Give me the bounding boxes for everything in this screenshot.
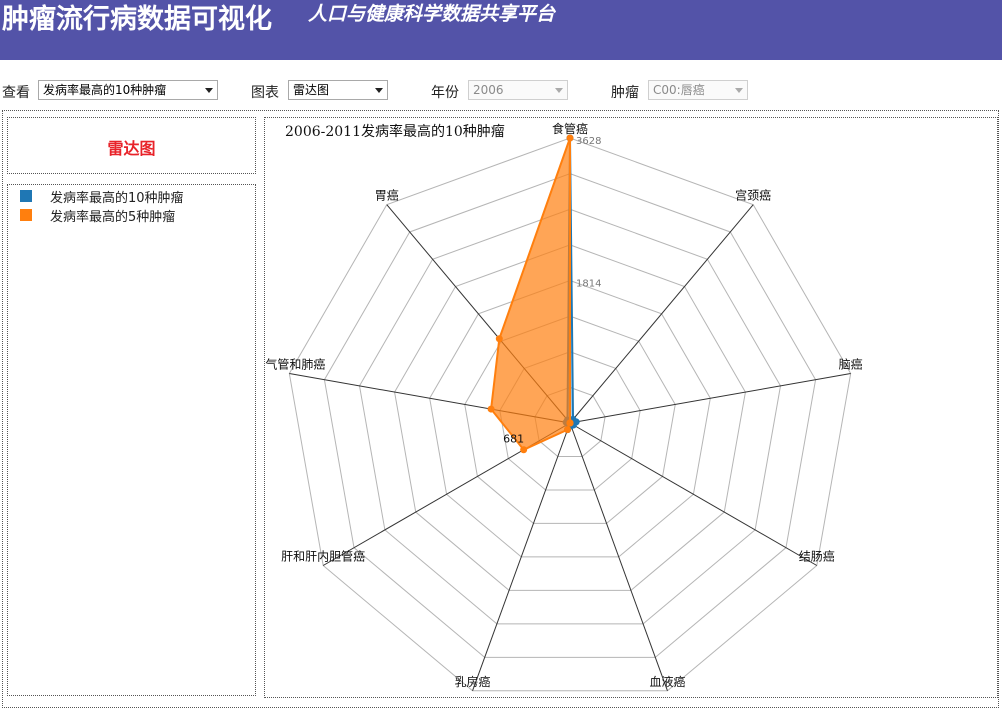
radar-axis-label: 乳房癌 [455,674,491,689]
chart-type-title-box: 雷达图 [7,117,256,174]
legend-label-top5: 发病率最高的5种肿瘤 [50,210,176,225]
chart-type-select-value: 雷达图 [293,83,330,97]
radar-data-point [520,446,528,454]
legend-swatch-top10 [20,190,32,202]
radar-axis-label: 支气管和肺癌 [265,357,325,372]
radar-axis-label: 血液癌 [649,674,685,689]
legend-panel: 发病率最高的10种肿瘤 发病率最高的5种肿瘤 [7,184,256,696]
filter-toolbar: 查看 发病率最高的10种肿瘤 图表 雷达图 年份 2006 肿瘤 C00:唇癌 [0,80,1002,104]
year-select-value: 2006 [473,83,504,97]
chart-panel: 食管癌宫颈癌脑癌结肠癌血液癌 乳房癌 肝和肝内胆管癌 支气管和肺癌 胃癌 681 3628 1… [264,117,998,698]
radar-data-point [487,405,495,413]
tumor-select[interactable]: C00:唇癌 [648,80,748,100]
radar-axis-label: 肝和肝内胆管癌 [281,549,365,564]
radar-value-label: 1814 [576,279,601,290]
legend-label-top10: 发病率最高的10种肿瘤 [50,191,184,206]
year-select[interactable]: 2006 [468,80,568,100]
chart-title: 2006-2011发病率最高的10种肿瘤 [285,123,505,140]
chart-type-select[interactable]: 雷达图 [288,80,388,100]
radar-axis-label: 胃癌 [375,188,399,203]
view-select-value: 发病率最高的10种肿瘤 [43,83,167,97]
radar-data-point [495,335,503,343]
tumor-select-value: C00:唇癌 [653,83,705,97]
platform-subtitle: 人口与健康科学数据共享平台 [308,3,556,25]
chevron-down-icon [375,88,383,93]
radar-axis-line [569,373,851,424]
radar-axis-label: 食管癌 [552,121,588,136]
radar-axis-label: 脑癌 [839,357,863,372]
radar-data-point [566,419,574,427]
radar-data-point [564,426,572,434]
chevron-down-icon [205,88,213,93]
app-title: 肿瘤流行病数据可视化 [2,4,272,35]
view-select[interactable]: 发病率最高的10种肿瘤 [38,80,218,100]
radar-axis-line [569,204,754,424]
radar-axis-line [569,422,818,566]
app-header: 肿瘤流行病数据可视化 人口与健康科学数据共享平台 [0,0,1002,60]
radar-value-label: 681 [503,433,524,446]
chevron-down-icon [735,88,743,93]
radar-value-label: 3628 [576,136,601,147]
radar-axis-label: 结肠癌 [799,549,835,564]
legend-swatch-top5 [20,209,32,221]
radar-chart: 食管癌宫颈癌脑癌结肠癌血液癌 乳房癌 肝和肝内胆管癌 支气管和肺癌 胃癌 681 3628 1… [265,121,863,692]
view-label: 查看 [2,85,30,101]
chart-type-heading: 雷达图 [107,139,156,158]
tumor-label: 肿瘤 [611,85,639,101]
radar-series-area [490,137,571,451]
year-label: 年份 [431,85,459,101]
radar-axis-label: 宫颈癌 [735,188,771,203]
chevron-down-icon [555,88,563,93]
chart-type-label: 图表 [251,85,279,101]
